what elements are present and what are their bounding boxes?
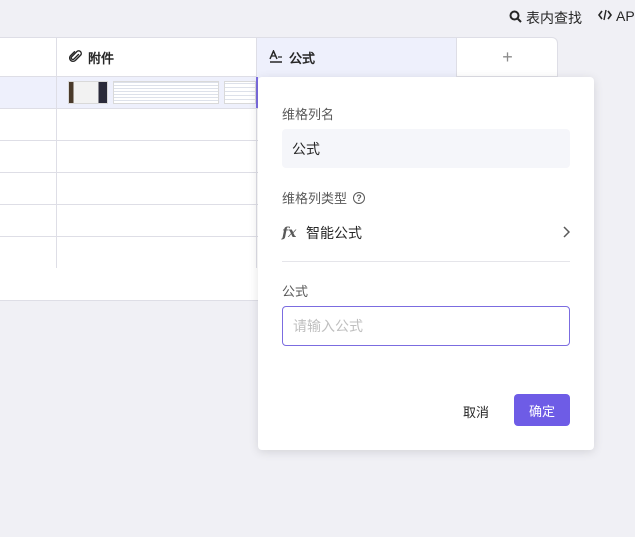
attachment-cell[interactable] bbox=[57, 141, 257, 172]
field-type-label: 维格列类型 bbox=[282, 191, 348, 206]
find-in-table-label: 表内查找 bbox=[526, 10, 582, 26]
attachment-thumbnail[interactable] bbox=[224, 81, 256, 104]
grid-header: 附件 公式 + bbox=[0, 38, 557, 77]
paperclip-icon bbox=[68, 49, 82, 66]
table-cell[interactable] bbox=[0, 77, 57, 108]
divider bbox=[282, 261, 570, 262]
attachment-thumbnail[interactable] bbox=[113, 81, 219, 104]
help-icon[interactable]: ? bbox=[353, 191, 366, 204]
attachment-cell[interactable] bbox=[57, 173, 257, 204]
attachment-cell[interactable] bbox=[57, 237, 257, 268]
api-label: AP bbox=[616, 8, 635, 24]
attachment-thumbnail[interactable] bbox=[68, 81, 108, 104]
table-cell[interactable] bbox=[0, 141, 57, 172]
table-cell[interactable] bbox=[0, 205, 57, 236]
formula-label: 公式 bbox=[282, 284, 309, 299]
search-icon bbox=[509, 10, 522, 26]
header-cell-formula[interactable]: 公式 bbox=[257, 38, 457, 77]
header-cell-previous[interactable] bbox=[0, 38, 57, 77]
code-icon bbox=[598, 8, 612, 24]
top-toolbar: 表内查找 AP bbox=[0, 0, 635, 36]
table-cell[interactable] bbox=[0, 109, 57, 140]
add-column-button[interactable]: + bbox=[457, 38, 557, 77]
formula-fx-icon: fx bbox=[282, 225, 297, 241]
cancel-button[interactable]: 取消 bbox=[450, 395, 502, 427]
field-settings-panel: 维格列名 公式 维格列类型 ? fx 智能公式 公式 取消 确定 bbox=[258, 77, 594, 450]
table-cell[interactable] bbox=[0, 173, 57, 204]
header-cell-attachment[interactable]: 附件 bbox=[57, 38, 257, 77]
attachment-cell[interactable] bbox=[57, 205, 257, 236]
field-type-label-row: 维格列类型 ? bbox=[282, 188, 366, 207]
field-name-label: 维格列名 bbox=[282, 107, 335, 122]
formula-input[interactable] bbox=[282, 306, 570, 346]
table-cell[interactable] bbox=[0, 237, 57, 268]
chevron-right-icon bbox=[562, 225, 571, 241]
confirm-button[interactable]: 确定 bbox=[514, 394, 570, 426]
attachment-cell[interactable] bbox=[57, 77, 257, 108]
field-name-input[interactable]: 公式 bbox=[282, 129, 570, 168]
header-label-attachment: 附件 bbox=[88, 51, 115, 66]
api-button[interactable]: AP bbox=[598, 8, 635, 24]
field-type-selector[interactable]: fx 智能公式 bbox=[282, 217, 571, 249]
find-in-table-button[interactable]: 表内查找 bbox=[509, 8, 582, 28]
text-format-icon bbox=[269, 48, 283, 66]
header-label-formula: 公式 bbox=[289, 51, 316, 66]
field-type-value: 智能公式 bbox=[306, 225, 362, 241]
attachment-cell[interactable] bbox=[57, 109, 257, 140]
